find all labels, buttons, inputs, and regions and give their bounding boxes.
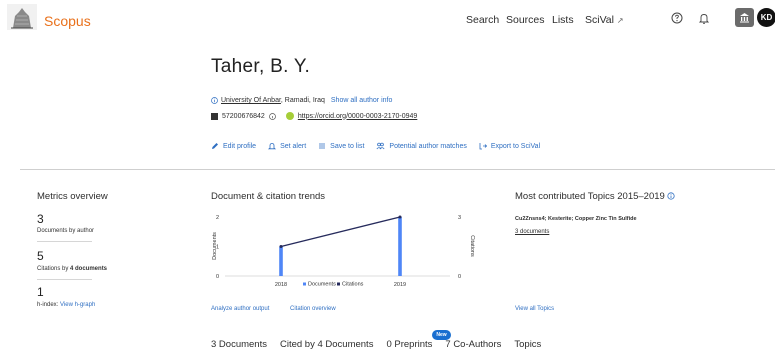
info-icon[interactable] (268, 112, 276, 120)
citations-point (398, 215, 402, 219)
topic-name: Cu2Znsns4; Kesterite; Copper Zinc Tin Su… (515, 216, 637, 222)
topics-title-label: Most contributed Topics 2015–2019 (515, 191, 665, 202)
nav-lists[interactable]: Lists (552, 14, 574, 26)
legend-swatch (303, 282, 306, 286)
export-icon (479, 143, 487, 150)
h-index-label: h-index: (37, 302, 59, 308)
tab-co-authors[interactable]: 7 Co-Authors (445, 339, 501, 351)
orcid-link[interactable]: https://orcid.org/0000-0003-2170-0949 (298, 113, 417, 120)
external-link-icon: ↗ (616, 16, 624, 25)
x-tick-label: 2019 (394, 282, 406, 288)
users-icon (376, 142, 385, 150)
author-actions: Edit profile Set alert Save to list Pote… (211, 142, 540, 150)
nav-search[interactable]: Search (466, 14, 499, 26)
scopus-brand[interactable]: Scopus (44, 13, 91, 29)
nav-scival[interactable]: SciVal ↗ (585, 14, 624, 26)
documents-count: 3 (37, 212, 44, 226)
show-all-author-info-link[interactable]: Show all author info (331, 97, 392, 104)
y2-axis-label: Citations (469, 235, 475, 257)
affiliation-link[interactable]: University Of Anbar (221, 97, 281, 104)
tab-preprints[interactable]: 0 Preprints (386, 339, 432, 351)
affiliation-icon (211, 97, 218, 104)
view-h-graph-link[interactable]: View h-graph (60, 302, 95, 308)
y-tick-label: 0 (216, 274, 219, 280)
scopus-id-icon (211, 112, 218, 120)
institution-icon[interactable] (735, 8, 754, 27)
metric-divider (37, 241, 92, 242)
citations-count-label: Citations by 4 documents (37, 266, 107, 272)
elsevier-logo-icon[interactable] (5, 2, 39, 32)
h-index-row: h-index: View h-graph (37, 302, 95, 308)
bell-icon[interactable] (694, 8, 714, 28)
pencil-icon (212, 143, 218, 149)
topics-title: Most contributed Topics 2015–2019 (515, 191, 676, 202)
help-icon[interactable] (667, 8, 687, 28)
bell-icon (268, 143, 277, 150)
nav-sources[interactable]: Sources (506, 14, 545, 26)
h-index-value: 1 (37, 285, 44, 299)
user-avatar[interactable]: KD (757, 8, 775, 27)
nav-scival-label: SciVal (585, 14, 614, 26)
y2-tick-label: 0 (458, 274, 461, 280)
citations-point (279, 245, 283, 248)
edit-profile-label: Edit profile (223, 142, 257, 150)
analyze-author-output-link[interactable]: Analyze author output (211, 306, 269, 312)
citations-line (280, 216, 401, 248)
tab-cited-by[interactable]: Cited by 4 Documents (280, 339, 373, 351)
citations-count: 5 (37, 249, 44, 263)
author-ids-row: 57200676842 https://orcid.org/0000-0003-… (211, 112, 417, 120)
list-icon (319, 143, 326, 149)
tab-documents[interactable]: 3 Documents (211, 339, 267, 351)
save-to-list-label: Save to list (330, 142, 365, 150)
orcid-icon (285, 112, 294, 120)
info-icon[interactable] (667, 192, 676, 201)
section-divider (20, 169, 775, 170)
potential-author-matches-label: Potential author matches (389, 142, 467, 150)
legend-label: Documents (308, 282, 336, 288)
scopus-id: 57200676842 (222, 112, 265, 120)
document-citation-chart: 01203Documents Citations2018 2019Documents… (212, 215, 475, 288)
legend-label: Citations (342, 282, 364, 288)
trends-title: Document & citation trends (211, 191, 326, 202)
set-alert-button[interactable]: Set alert (268, 142, 306, 150)
export-to-scival-button[interactable]: Export to SciVal (479, 142, 540, 150)
export-to-scival-label: Export to SciVal (490, 142, 541, 150)
document-bar (279, 246, 283, 276)
document-bar (398, 217, 402, 276)
y-tick-label: 2 (216, 215, 219, 221)
legend-swatch (337, 282, 340, 286)
author-name: Taher, B. Y. (211, 56, 311, 77)
potential-author-matches-button[interactable]: Potential author matches (376, 142, 467, 150)
save-to-list-button[interactable]: Save to list (318, 142, 364, 150)
topic-documents-link[interactable]: 3 documents (515, 229, 549, 235)
new-badge: New (432, 330, 451, 340)
citation-overview-link[interactable]: Citation overview (290, 306, 336, 312)
view-all-topics-link[interactable]: View all Topics (515, 306, 554, 312)
author-tabs: 3 Documents Cited by 4 Documents 0 Prepr… (211, 339, 541, 351)
y2-tick-label: 3 (458, 215, 461, 221)
citations-label-documents: 4 documents (70, 266, 108, 272)
y-axis-label: Documents (212, 232, 218, 260)
edit-profile-button[interactable]: Edit profile (211, 142, 256, 150)
set-alert-label: Set alert (280, 142, 307, 150)
documents-count-label: Documents by author (37, 228, 95, 234)
author-affiliation-row: University Of Anbar, Ramadi, Iraq Show a… (211, 97, 392, 104)
top-header: Scopus Search Sources Lists SciVal ↗ KD (0, 0, 775, 40)
tab-topics[interactable]: Topics (514, 339, 541, 351)
affiliation-location: , Ramadi, Iraq (280, 97, 325, 104)
citations-label-prefix: Citations by (37, 266, 71, 272)
metric-divider (37, 279, 92, 280)
x-tick-label: 2018 (275, 282, 287, 288)
metrics-overview-title: Metrics overview (37, 191, 108, 202)
